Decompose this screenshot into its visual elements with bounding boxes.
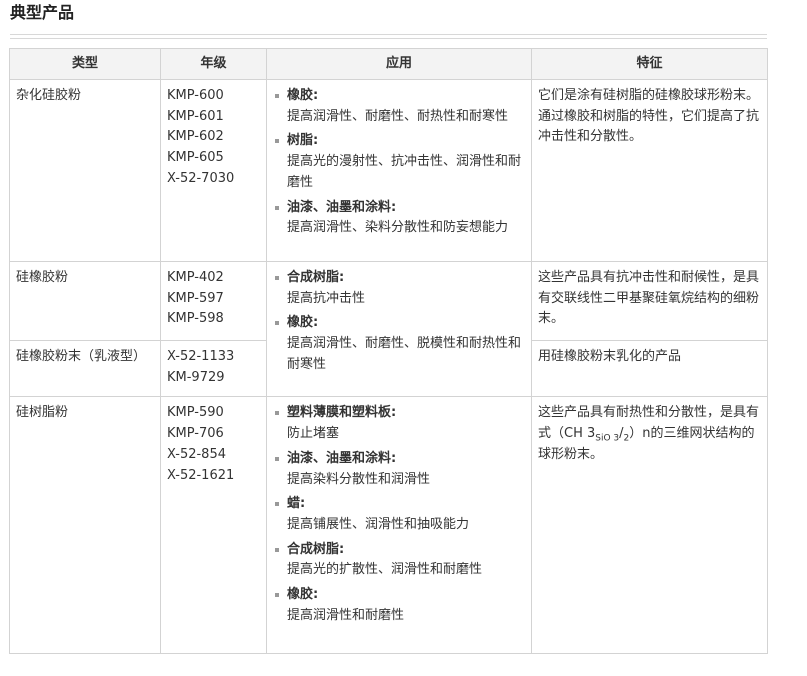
grade-item: KMP-602 — [167, 129, 224, 145]
application-desc: 提高润滑性和耐磨性 — [287, 607, 405, 623]
application-item: 油漆、油墨和涂料: 提高染料分散性和润滑性 — [273, 449, 525, 490]
grade-item: KM-9729 — [167, 369, 225, 385]
application-item: 油漆、油墨和涂料: 提高润滑性、染料分散性和防妄想能力 — [273, 198, 525, 239]
application-desc: 提高光的漫射性、抗冲击性、润滑性和耐磨性 — [287, 154, 522, 190]
grade-item: KMP-597 — [167, 290, 224, 306]
square-bullet-icon — [275, 321, 279, 326]
application-desc: 提高润滑性、耐磨性、脱模性和耐热性和耐寒性 — [287, 336, 522, 372]
grade-cell: KMP-402 KMP-597 KMP-598 — [160, 261, 267, 341]
square-bullet-icon — [275, 205, 279, 210]
grade-item: KMP-605 — [167, 150, 224, 166]
product-table: 类型 年级 应用 特征 杂化硅胶粉 KMP-600 KMP-601 KMP-60… — [9, 48, 768, 655]
application-desc: 提高抗冲击性 — [287, 290, 366, 306]
grade-item: X-52-1133 — [167, 349, 235, 364]
grade-item: X-52-1621 — [167, 467, 235, 483]
grade-item: KMP-706 — [167, 426, 224, 442]
header-type: 类型 — [9, 48, 161, 80]
square-bullet-icon — [275, 593, 279, 598]
table-header-row: 类型 年级 应用 特征 — [9, 48, 768, 80]
application-cell: 塑料薄膜和塑料板: 防止堵塞 油漆、油墨和涂料: 提高染料分散性和润滑性 蜡: … — [266, 396, 532, 655]
application-item: 合成树脂: 提高抗冲击性 — [273, 268, 525, 309]
feature-cell: 用硅橡胶粉末乳化的产品 — [531, 339, 768, 398]
feature-cell: 这些产品具有抗冲击性和耐候性，是具有交联线性二甲基聚硅氧烷结构的细粉末。 — [531, 261, 768, 341]
grade-cell: KMP-590 KMP-706 X-52-854 X-52-1621 — [160, 396, 267, 655]
grade-item: KMP-590 — [167, 405, 224, 421]
application-name: 合成树脂: — [287, 541, 345, 557]
application-list: 橡胶: 提高润滑性、耐磨性、耐热性和耐寒性 树脂: 提高光的漫射性、抗冲击性、润… — [273, 86, 525, 239]
table-row: 硅树脂粉 KMP-590 KMP-706 X-52-854 X-52-1621 … — [9, 396, 768, 655]
grade-cell: KMP-600 KMP-601 KMP-602 KMP-605 X-52-703… — [160, 79, 267, 262]
application-name: 橡胶: — [287, 587, 319, 603]
application-desc: 提高润滑性、染料分散性和防妄想能力 — [287, 220, 509, 236]
square-bullet-icon — [275, 139, 279, 144]
grade-item: KMP-598 — [167, 311, 224, 327]
application-desc: 提高润滑性、耐磨性、耐热性和耐寒性 — [287, 108, 509, 124]
header-grade: 年级 — [160, 48, 267, 80]
page-title: 典型产品 — [10, 3, 75, 22]
application-item: 蜡: 提高铺展性、润滑性和抽吸能力 — [273, 494, 525, 535]
grade-item: X-52-7030 — [167, 170, 235, 186]
application-item: 树脂: 提高光的漫射性、抗冲击性、润滑性和耐磨性 — [273, 131, 525, 193]
table-row: 硅橡胶粉 KMP-402 KMP-597 KMP-598 合成树脂: 提高抗冲击… — [9, 260, 768, 398]
feature-cell: 它们是涂有硅树脂的硅橡胶球形粉末。通过橡胶和树脂的特性，它们提高了抗冲击性和分散… — [531, 79, 768, 262]
application-name: 油漆、油墨和涂料: — [287, 450, 397, 466]
square-bullet-icon — [275, 411, 279, 416]
application-name: 树脂: — [287, 133, 319, 149]
application-name: 塑料薄膜和塑料板: — [287, 405, 397, 421]
square-bullet-icon — [275, 276, 279, 280]
application-desc: 提高铺展性、润滑性和抽吸能力 — [287, 516, 470, 532]
application-cell: 橡胶: 提高润滑性、耐磨性、耐热性和耐寒性 树脂: 提高光的漫射性、抗冲击性、润… — [266, 79, 532, 262]
grade-item: X-52-854 — [167, 446, 226, 462]
type-cell: 硅橡胶粉 — [9, 261, 161, 341]
application-desc: 提高染料分散性和润滑性 — [287, 471, 431, 487]
square-bullet-icon — [275, 547, 279, 552]
application-desc: 防止堵塞 — [287, 426, 340, 442]
application-name: 橡胶: — [287, 88, 319, 103]
grade-item: KMP-600 — [167, 88, 224, 103]
formula-subscript: SiO 3 — [595, 433, 620, 444]
application-list: 塑料薄膜和塑料板: 防止堵塞 油漆、油墨和涂料: 提高染料分散性和润滑性 蜡: … — [273, 403, 525, 626]
type-cell: 硅树脂粉 — [9, 396, 161, 655]
application-item: 橡胶: 提高润滑性、耐磨性、脱模性和耐热性和耐寒性 — [273, 313, 525, 375]
feature-cell: 这些产品具有耐热性和分散性，是具有式（CH 3SiO 3/2）n的三维网状结构的… — [531, 396, 768, 655]
application-cell: 合成树脂: 提高抗冲击性 橡胶: 提高润滑性、耐磨性、脱模性和耐热性和耐寒性 — [266, 260, 532, 398]
square-bullet-icon — [275, 456, 279, 461]
type-cell: 杂化硅胶粉 — [9, 79, 161, 262]
square-bullet-icon — [275, 94, 279, 98]
grade-cell: X-52-1133 KM-9729 — [160, 339, 267, 398]
table-row: 杂化硅胶粉 KMP-600 KMP-601 KMP-602 KMP-605 X-… — [9, 79, 768, 262]
title-divider — [10, 34, 767, 39]
application-name: 合成树脂: — [287, 270, 345, 285]
type-cell: 硅橡胶粉末（乳液型） — [9, 339, 161, 398]
application-name: 橡胶: — [287, 315, 319, 331]
grade-item: KMP-402 — [167, 270, 224, 285]
header-feature: 特征 — [531, 48, 768, 80]
application-item: 塑料薄膜和塑料板: 防止堵塞 — [273, 403, 525, 444]
grade-item: KMP-601 — [167, 108, 224, 124]
application-item: 橡胶: 提高润滑性和耐磨性 — [273, 585, 525, 626]
header-application: 应用 — [266, 48, 532, 80]
application-item: 合成树脂: 提高光的扩散性、润滑性和耐磨性 — [273, 540, 525, 581]
application-name: 油漆、油墨和涂料: — [287, 199, 397, 215]
square-bullet-icon — [275, 502, 279, 507]
application-desc: 提高光的扩散性、润滑性和耐磨性 — [287, 562, 483, 578]
application-name: 蜡: — [287, 496, 306, 512]
application-list: 合成树脂: 提高抗冲击性 橡胶: 提高润滑性、耐磨性、脱模性和耐热性和耐寒性 — [273, 268, 525, 376]
application-item: 橡胶: 提高润滑性、耐磨性、耐热性和耐寒性 — [273, 86, 525, 127]
